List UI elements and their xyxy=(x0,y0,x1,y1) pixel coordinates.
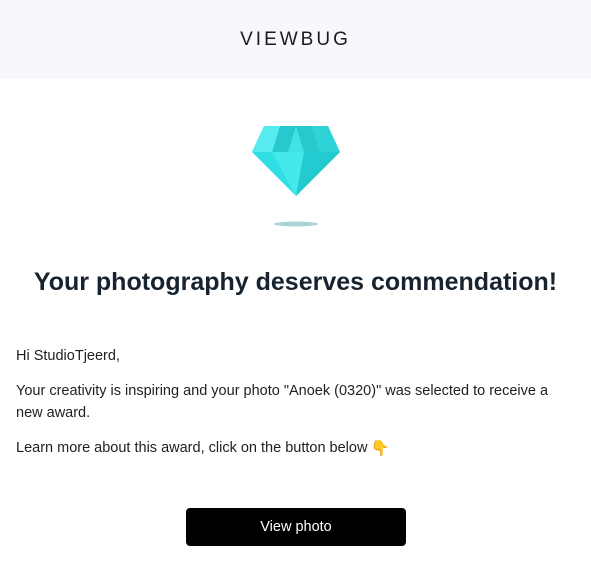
page-title: Your photography deserves commendation! xyxy=(33,268,558,296)
view-photo-button[interactable]: View photo xyxy=(186,508,406,546)
pointing-down-hand-icon: 👇 xyxy=(370,440,390,457)
email-header: VIEWBUG xyxy=(0,0,591,79)
greeting-text: Hi StudioTjeerd, xyxy=(16,348,120,364)
award-instructions-text: Learn more about this award, click on th… xyxy=(16,440,368,456)
diamond-icon xyxy=(250,122,342,230)
brand-logo[interactable]: VIEWBUG xyxy=(240,29,351,51)
award-instructions: Learn more about this award, click on th… xyxy=(16,437,571,459)
award-message: Your creativity is inspiring and your ph… xyxy=(16,383,549,421)
email-page: VIEWBUG Your photography deserves commen… xyxy=(0,0,591,561)
